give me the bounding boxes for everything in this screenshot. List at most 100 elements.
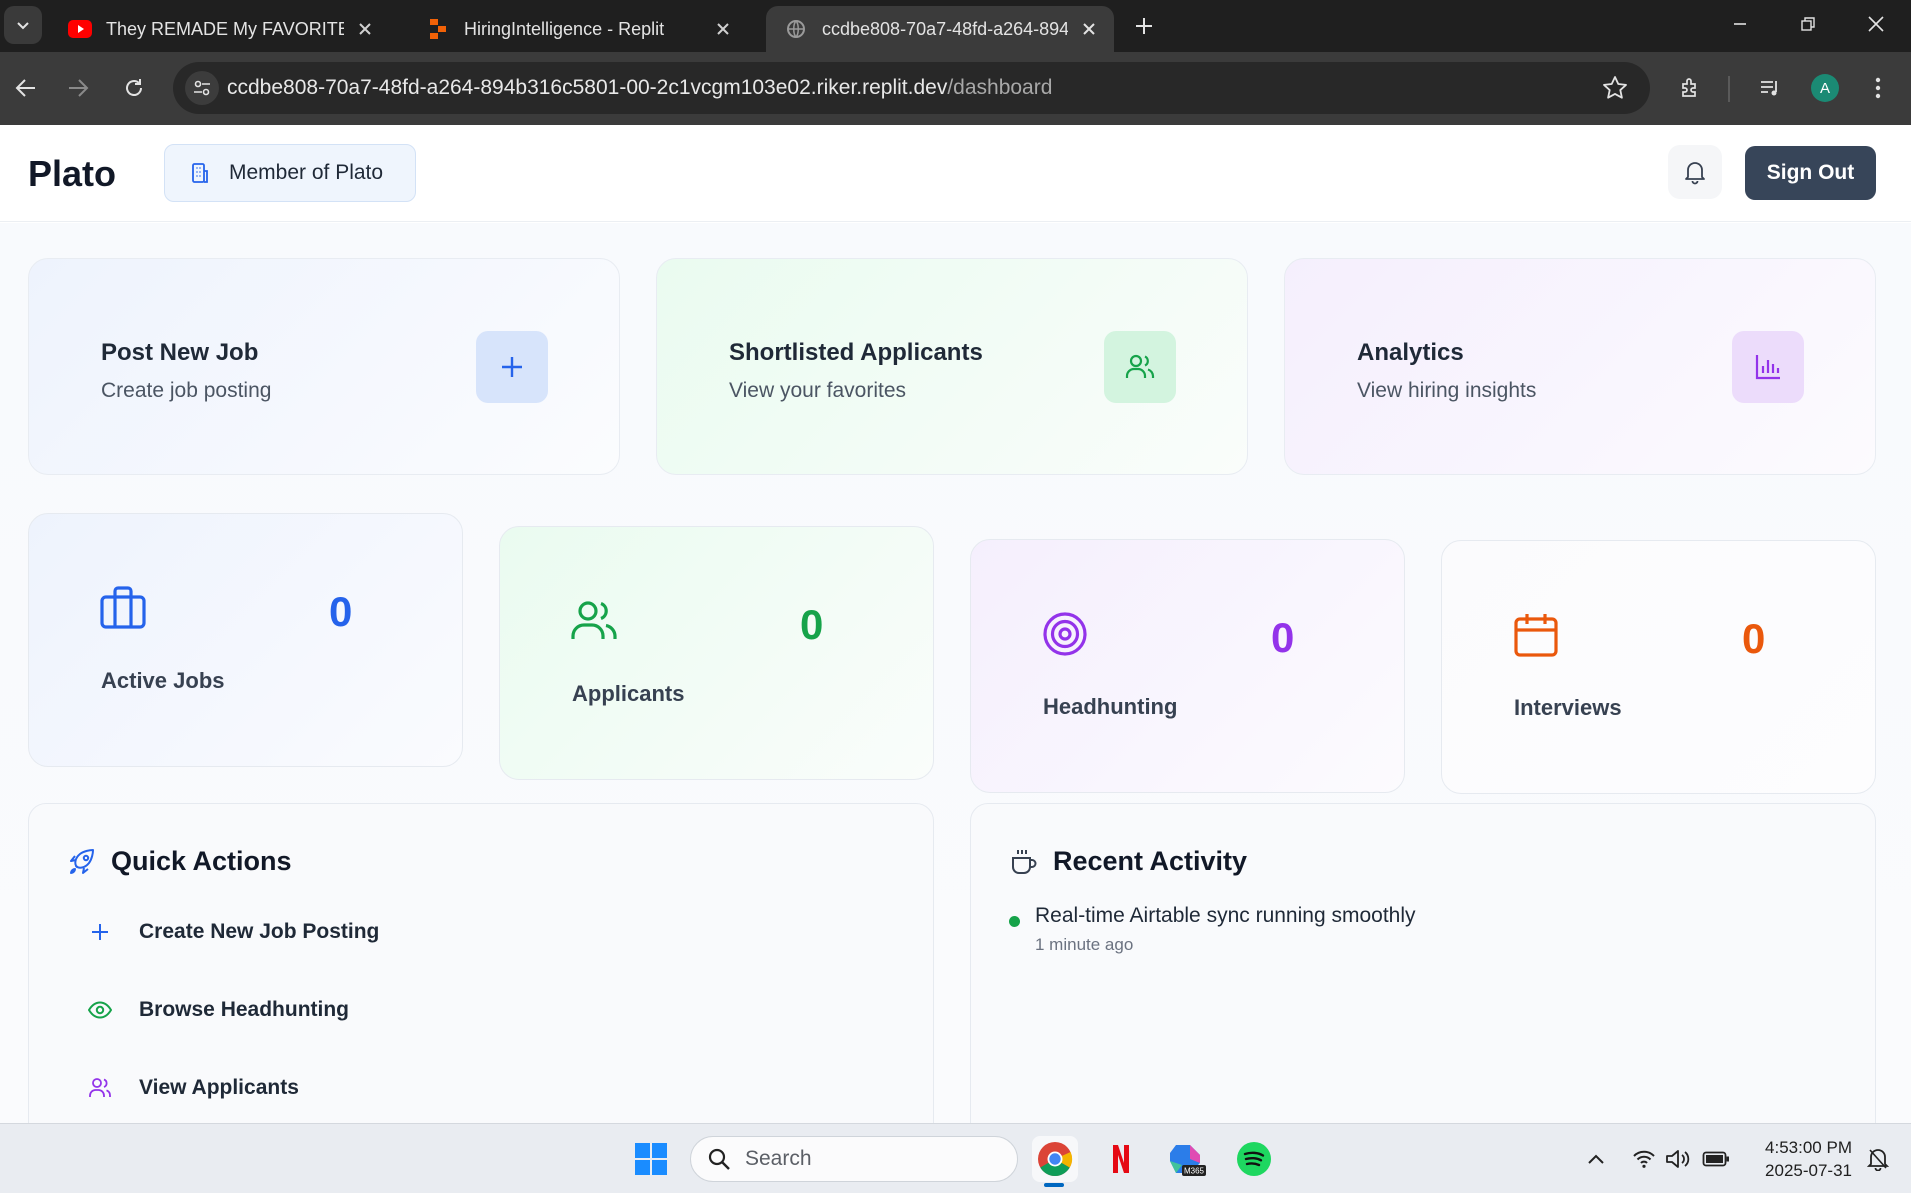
- taskbar-m365[interactable]: M365: [1166, 1137, 1210, 1181]
- tab-title: They REMADE My FAVORITE Ga: [106, 18, 344, 39]
- extensions-button[interactable]: [1673, 70, 1709, 106]
- address-bar[interactable]: ccdbe808-70a7-48fd-a264-894b316c5801-00-…: [173, 62, 1650, 114]
- globe-icon: [784, 17, 808, 41]
- brand-logo[interactable]: Plato: [28, 153, 116, 195]
- battery-status[interactable]: [1702, 1145, 1730, 1173]
- windows-taskbar: Search M365 4:53:00 PM 2025-07-31: [0, 1123, 1911, 1193]
- chevron-up-icon: [1588, 1154, 1604, 1164]
- shortlisted-applicants-card[interactable]: Shortlisted Applicants View your favorit…: [656, 258, 1248, 475]
- spotify-icon: [1237, 1142, 1271, 1176]
- app-header: Plato Member of Plato Sign Out: [0, 125, 1911, 222]
- close-icon: [1868, 16, 1884, 32]
- activity-time: 1 minute ago: [1035, 935, 1134, 954]
- app-viewport: Plato Member of Plato Sign Out Post New …: [0, 125, 1911, 1123]
- notification-bell-icon: [1867, 1149, 1889, 1171]
- show-hidden-icons-button[interactable]: [1582, 1145, 1610, 1173]
- quick-actions-title: Quick Actions: [111, 846, 292, 876]
- users-icon: [87, 1075, 113, 1101]
- close-window-button[interactable]: [1848, 6, 1904, 42]
- plus-icon: [87, 919, 113, 945]
- card-title: Shortlisted Applicants: [729, 339, 983, 366]
- avatar: A: [1811, 74, 1839, 102]
- card-icon-box: [1104, 331, 1176, 403]
- notifications-button[interactable]: [1668, 145, 1722, 199]
- recent-activity-title: Recent Activity: [1053, 846, 1248, 876]
- browser-tab-replit[interactable]: HiringIntelligence - Replit: [408, 6, 748, 52]
- post-new-job-card[interactable]: Post New Job Create job posting: [28, 258, 620, 475]
- restore-icon: [1801, 17, 1815, 31]
- action-label: View Applicants: [139, 1076, 299, 1099]
- card-title: Post New Job: [101, 339, 259, 366]
- taskbar-clock[interactable]: 4:53:00 PM 2025-07-31: [1742, 1136, 1852, 1182]
- stat-value: 0: [329, 588, 353, 635]
- url-path: /dashboard: [947, 76, 1053, 99]
- taskbar-chrome[interactable]: [1032, 1136, 1078, 1182]
- stat-label: Headhunting: [1043, 694, 1178, 719]
- replit-icon: [426, 17, 450, 41]
- quick-actions-panel: Quick Actions Create New Job Posting Bro…: [28, 803, 934, 1123]
- new-tab-button[interactable]: [1128, 10, 1160, 42]
- stat-card-headhunting: 0 Headhunting: [970, 539, 1405, 793]
- forward-button[interactable]: [58, 68, 98, 108]
- plus-icon: [1136, 18, 1152, 34]
- browse-headhunting-action[interactable]: Browse Headhunting: [87, 990, 349, 1030]
- start-button[interactable]: [629, 1137, 673, 1181]
- media-control-button[interactable]: [1752, 70, 1788, 106]
- close-tab-icon[interactable]: [712, 18, 734, 40]
- tab-search-button[interactable]: [4, 6, 42, 44]
- browser-menu-button[interactable]: [1860, 70, 1896, 106]
- chevron-down-icon: [17, 22, 29, 30]
- back-button[interactable]: [6, 68, 46, 108]
- browser-tab-youtube[interactable]: They REMADE My FAVORITE Ga: [50, 6, 390, 52]
- close-tab-icon[interactable]: [354, 18, 376, 40]
- card-icon-box: [1732, 331, 1804, 403]
- search-placeholder: Search: [745, 1147, 812, 1170]
- minimize-icon: [1734, 23, 1746, 25]
- volume-status[interactable]: [1664, 1145, 1692, 1173]
- search-icon: [708, 1148, 730, 1170]
- netflix-icon: [1113, 1145, 1129, 1173]
- queue-music-icon: [1761, 81, 1777, 96]
- analytics-card[interactable]: Analytics View hiring insights: [1284, 258, 1876, 475]
- tab-title: ccdbe808-70a7-48fd-a264-894: [822, 18, 1068, 39]
- minimize-button[interactable]: [1712, 6, 1768, 42]
- clock-time: 4:53:00 PM: [1765, 1138, 1852, 1157]
- activity-text: Real-time Airtable sync running smoothly: [1035, 904, 1416, 927]
- active-app-indicator: [1044, 1183, 1064, 1187]
- view-applicants-action[interactable]: View Applicants: [87, 1068, 299, 1108]
- chrome-icon: [1038, 1142, 1073, 1176]
- stat-value: 0: [1742, 615, 1766, 662]
- wifi-status[interactable]: [1630, 1145, 1658, 1173]
- profile-button[interactable]: A: [1807, 70, 1843, 106]
- create-job-posting-action[interactable]: Create New Job Posting: [87, 912, 379, 952]
- sign-out-button[interactable]: Sign Out: [1745, 146, 1876, 200]
- taskbar-netflix[interactable]: [1099, 1137, 1143, 1181]
- panel-title: Quick Actions: [67, 846, 292, 877]
- calendar-icon: [1514, 614, 1558, 657]
- taskbar-spotify[interactable]: [1232, 1137, 1276, 1181]
- microsoft-365-icon: M365: [1170, 1145, 1206, 1176]
- arrow-right-icon: [69, 79, 89, 97]
- dashboard-main: Post New Job Create job posting Shortlis…: [0, 223, 1911, 1123]
- action-label: Browse Headhunting: [139, 998, 350, 1021]
- panel-title: Recent Activity: [1009, 846, 1247, 877]
- member-badge: Member of Plato: [164, 144, 416, 202]
- plus-icon: [502, 357, 522, 377]
- browser-toolbar: ccdbe808-70a7-48fd-a264-894b316c5801-00-…: [0, 52, 1911, 125]
- bookmark-star-icon[interactable]: [1602, 75, 1628, 101]
- target-icon: [1043, 612, 1087, 656]
- wifi-icon: [1633, 1150, 1655, 1168]
- toolbar-divider: [1728, 76, 1730, 102]
- url-host: ccdbe808-70a7-48fd-a264-894b316c5801-00-…: [227, 76, 948, 99]
- taskbar-search[interactable]: Search: [690, 1136, 1018, 1182]
- tab-title: HiringIntelligence - Replit: [464, 18, 665, 39]
- reload-button[interactable]: [114, 68, 154, 108]
- site-info-icon[interactable]: [185, 71, 219, 105]
- stat-label: Interviews: [1514, 695, 1622, 720]
- stat-label: Applicants: [572, 681, 685, 706]
- browser-tab-dashboard[interactable]: ccdbe808-70a7-48fd-a264-894: [766, 6, 1114, 52]
- url-text: ccdbe808-70a7-48fd-a264-894b316c5801-00-…: [227, 76, 1052, 100]
- close-tab-icon[interactable]: [1078, 18, 1100, 40]
- notification-center-button[interactable]: [1864, 1145, 1892, 1173]
- restore-button[interactable]: [1780, 6, 1836, 42]
